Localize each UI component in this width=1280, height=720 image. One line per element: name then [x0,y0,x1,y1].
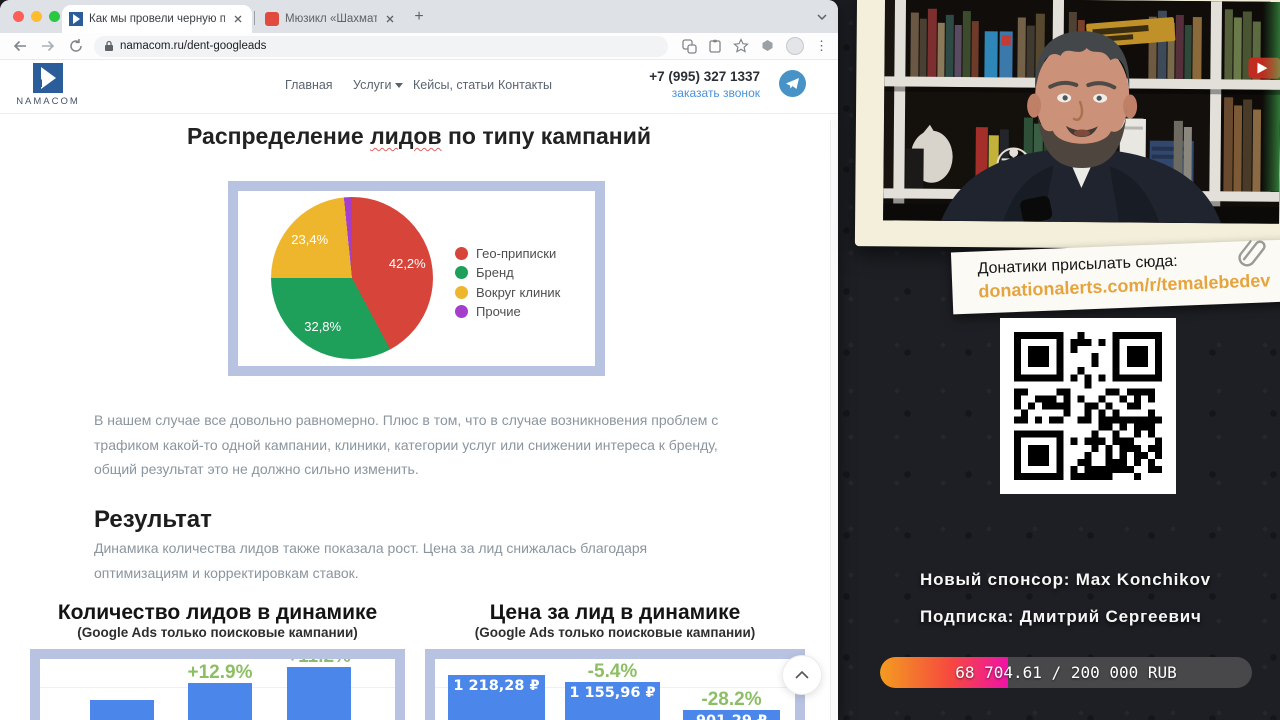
sponsor-line: Новый спонсор: Max Konchikov [920,570,1211,590]
bar-delta-label: +11.2% [269,649,369,666]
legend-item: Прочие [455,304,521,319]
nav-cases[interactable]: Кейсы, статьи [413,78,494,92]
legend-item: Гео-приписки [455,246,556,261]
legend-dot-icon [455,266,468,279]
legend-item: Бренд [455,265,514,280]
https-lock-icon [104,40,114,52]
leads-bar-chart: +12.9%+11.2% [30,649,405,720]
chevron-down-icon [395,83,403,88]
browser-toolbar: namacom.ru/dent-googleads ⋮ [0,33,838,60]
bar-delta-label: -5.4% [547,662,678,681]
bookmark-star-icon[interactable] [733,38,749,54]
streamer-scene [883,0,1280,224]
legend-dot-icon [455,305,468,318]
menu-kebab-icon[interactable]: ⋮ [815,38,828,54]
legend-label: Прочие [476,304,521,319]
tab-title: Мюзикл «Шахматы» в МДМ [285,13,377,25]
pie-slice-label: 23,4% [284,232,336,247]
scroll-to-top-button[interactable] [782,655,822,695]
namacom-logo-text[interactable]: NAMACOM [4,96,92,107]
browser-window: Как мы провели черную пятн Мюзикл «Шахма… [0,0,838,720]
pie-chart-heading: Распределение лидов по типу кампаний [139,123,699,150]
nav-home[interactable]: Главная [285,78,333,92]
translate-icon[interactable] [682,39,697,54]
left-chart-subtitle: (Google Ads только поисковые кампании) [30,625,405,640]
paragraph-result: Динамика количества лидов также показала… [94,536,744,585]
bar [287,667,351,720]
bar-value-label: 1 218,28 ₽ [448,678,545,694]
result-heading: Результат [94,506,212,534]
window-zoom-button[interactable] [49,11,60,22]
legend-label: Бренд [476,265,514,280]
progress-text: 68 704.61 / 200 000 RUB [880,657,1252,688]
paragraph-distribution: В нашем случае все довольно равномерно. … [94,408,744,482]
scrollbar[interactable] [830,120,838,720]
legend-dot-icon [455,247,468,260]
url-text: namacom.ru/dent-googleads [120,40,266,52]
pie-slice-label: 42,2% [381,256,433,271]
right-chart-title: Цена за лид в динамике [425,601,805,625]
telegram-plane-icon [785,77,800,90]
tab-scroll-chevron-icon[interactable] [816,10,828,28]
webcam-frame [855,0,1280,250]
new-tab-button[interactable]: + [410,8,428,26]
window-close-button[interactable] [13,11,24,22]
chevron-up-icon [794,670,810,680]
window-minimize-button[interactable] [31,11,42,22]
pie-slice-label: 32,8% [297,319,349,334]
telegram-button[interactable] [779,70,806,97]
bar [188,683,252,720]
callback-link[interactable]: заказать звонок [640,86,760,100]
tab-separator [254,11,255,25]
donation-note: Донатики присылать сюда: donationalerts.… [951,240,1280,315]
forward-button[interactable] [40,38,56,54]
bar-delta-label: -28.2% [665,690,798,709]
donation-progress-bar: 68 704.61 / 200 000 RUB [880,657,1252,688]
reload-button[interactable] [68,38,84,54]
page-content: NAMACOM Главная Услуги Кейсы, статьи Кон… [0,60,838,720]
nav-services[interactable]: Услуги [353,78,403,92]
tab-title: Как мы провели черную пятн [89,13,225,25]
legend-label: Гео-приписки [476,246,556,261]
site-header: NAMACOM Главная Услуги Кейсы, статьи Кон… [0,60,838,114]
legend-label: Вокруг клиник [476,285,560,300]
subscription-line: Подписка: Дмитрий Сергеевич [920,607,1202,627]
tab-active[interactable]: Как мы провели черную пятн [62,5,252,33]
cpl-bar-chart: 1 218,28 ₽-5.4% 1 155,96 ₽ -28.2% 901,29 ₽ [425,649,805,720]
qr-pattern [1014,332,1162,480]
legend-item: Вокруг клиник [455,285,560,300]
legend-dot-icon [455,286,468,299]
tab-strip: Как мы провели черную пятн Мюзикл «Шахма… [0,0,838,33]
profile-avatar[interactable] [786,37,804,55]
bar-delta-label: +12.9% [170,663,270,682]
bar-value-label: 901,29 ₽ [683,713,780,720]
tab-close-icon[interactable] [231,12,245,26]
tab-favicon [265,12,279,26]
extensions-pin-icon[interactable] [760,39,775,54]
address-bar[interactable]: namacom.ru/dent-googleads [94,36,668,57]
namacom-logo-icon[interactable] [33,63,63,93]
webcam-video [883,0,1280,224]
reading-list-icon[interactable] [708,39,722,54]
tab-close-icon[interactable] [383,12,397,26]
tab-favicon [69,12,83,26]
pie-chart [271,197,433,359]
nav-contacts[interactable]: Контакты [498,78,552,92]
phone-number: +7 (995) 327 1337 [640,69,760,84]
left-chart-title: Количество лидов в динамике [30,601,405,625]
bar [90,700,154,720]
qr-code [1000,318,1176,494]
back-button[interactable] [12,38,28,54]
right-chart-subtitle: (Google Ads только поисковые кампании) [425,625,805,640]
tab-inactive[interactable]: Мюзикл «Шахматы» в МДМ [258,5,404,33]
bar-value-label: 1 155,96 ₽ [565,685,660,701]
